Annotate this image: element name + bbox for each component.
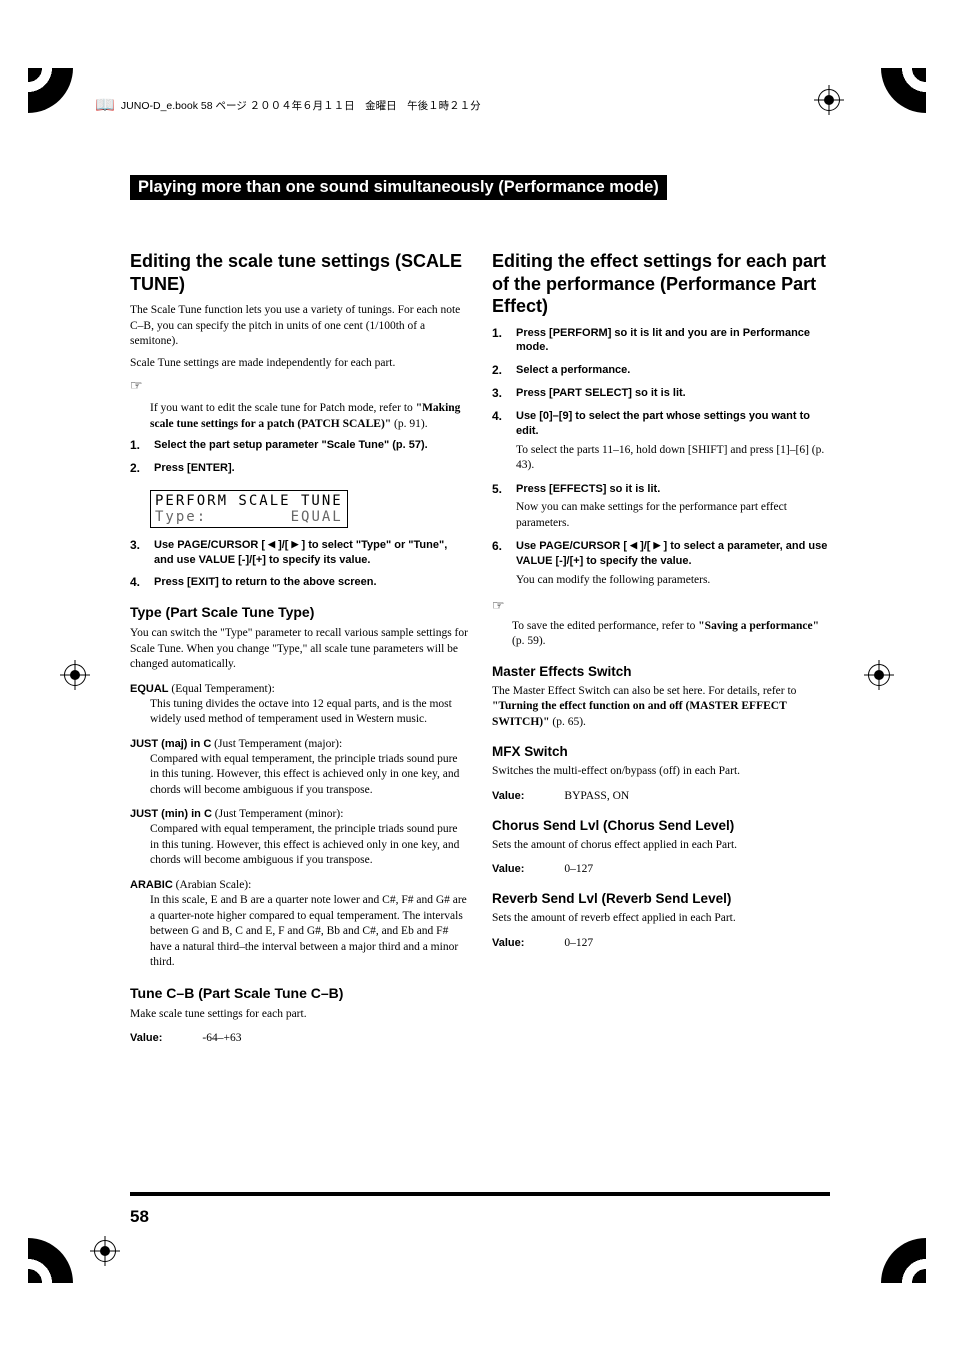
crop-disc-br — [881, 1238, 926, 1283]
step-text: Press [EFFECTS] so it is lit. Now you ca… — [516, 482, 830, 532]
right-step-5: 5. Press [EFFECTS] so it is lit. Now you… — [492, 482, 830, 532]
right-column: Editing the effect settings for each par… — [492, 250, 830, 1046]
step-text: Use PAGE/CURSOR [ ◀ ]/[ ▶ ] to select a … — [516, 539, 830, 588]
left-step-3: 3. Use PAGE/CURSOR [ ◀ ]/[ ▶ ] to select… — [130, 538, 468, 568]
step-number: 2. — [130, 461, 146, 476]
left-steps-2: 3. Use PAGE/CURSOR [ ◀ ]/[ ▶ ] to select… — [130, 538, 468, 591]
triangle-left-icon: ◀ — [268, 539, 275, 549]
right-heading: Editing the effect settings for each par… — [492, 250, 830, 318]
reverb-value-line: Value:0–127 — [492, 933, 830, 951]
def-just-min: JUST (min) in C (Just Temperament (minor… — [130, 804, 468, 869]
registration-mark-right — [864, 660, 894, 690]
step-number: 4. — [492, 409, 508, 474]
left-column: Editing the scale tune settings (SCALE T… — [130, 250, 468, 1046]
save-note: To save the edited performance, refer to… — [512, 619, 830, 650]
mfx-desc: Switches the multi-effect on/bypass (off… — [492, 764, 830, 780]
step-number: 5. — [492, 482, 508, 532]
mfx-value-line: Value:BYPASS, ON — [492, 786, 830, 804]
chorus-value-line: Value:0–127 — [492, 859, 830, 877]
crop-disc-tl — [28, 68, 73, 113]
right-step-2: 2. Select a performance. — [492, 363, 830, 378]
right-step-4: 4. Use [0]–[9] to select the part whose … — [492, 409, 830, 474]
tune-value-line: Value:-64–+63 — [130, 1028, 468, 1046]
left-intro-1: The Scale Tune function lets you use a v… — [130, 303, 468, 350]
step-number: 2. — [492, 363, 508, 378]
step-number: 4. — [130, 575, 146, 590]
pointing-hand-icon: ☞ — [130, 378, 143, 395]
tune-desc: Make scale tune settings for each part. — [130, 1007, 468, 1023]
reverb-heading: Reverb Send Lvl (Reverb Send Level) — [492, 891, 830, 906]
left-heading: Editing the scale tune settings (SCALE T… — [130, 250, 468, 295]
triangle-left-icon: ◀ — [630, 540, 637, 550]
note-text-a: If you want to edit the scale tune for P… — [150, 402, 416, 414]
step-number: 3. — [130, 538, 146, 568]
tune-heading: Tune C–B (Part Scale Tune C–B) — [130, 985, 468, 1001]
step-text: Select a performance. — [516, 363, 830, 378]
def-equal: EQUAL (Equal Temperament): This tuning d… — [130, 679, 468, 728]
right-step-1: 1. Press [PERFORM] so it is lit and you … — [492, 326, 830, 356]
type-heading: Type (Part Scale Tune Type) — [130, 604, 468, 620]
crop-disc-tr — [881, 68, 926, 113]
def-just-maj: JUST (maj) in C (Just Temperament (major… — [130, 734, 468, 799]
step-text: Press [EXIT] to return to the above scre… — [154, 575, 468, 590]
chorus-desc: Sets the amount of chorus effect applied… — [492, 838, 830, 854]
footer-rule — [130, 1192, 830, 1196]
right-step-6: 6. Use PAGE/CURSOR [ ◀ ]/[ ▶ ] to select… — [492, 539, 830, 588]
crop-disc-bl — [28, 1238, 73, 1283]
note-text-c: (p. 91). — [391, 418, 427, 430]
step-note: You can modify the following parameters. — [516, 573, 830, 589]
step-number: 1. — [130, 438, 146, 453]
step-text: Press [PERFORM] so it is lit and you are… — [516, 326, 830, 356]
reverb-desc: Sets the amount of reverb effect applied… — [492, 911, 830, 927]
right-step-3: 3. Press [PART SELECT] so it is lit. — [492, 386, 830, 401]
step-text: Select the part setup parameter "Scale T… — [154, 438, 468, 453]
left-step-1: 1. Select the part setup parameter "Scal… — [130, 438, 468, 453]
left-step-2: 2. Press [ENTER]. — [130, 461, 468, 476]
step-text: Use [0]–[9] to select the part whose set… — [516, 409, 830, 474]
step-text: Press [PART SELECT] so it is lit. — [516, 386, 830, 401]
left-steps: 1. Select the part setup parameter "Scal… — [130, 438, 468, 476]
book-icon: 📖 — [95, 95, 115, 115]
lcd-row-1: PERFORM SCALE TUNE — [155, 493, 343, 509]
step-text: Use PAGE/CURSOR [ ◀ ]/[ ▶ ] to select "T… — [154, 538, 468, 568]
step-text: Press [ENTER]. — [154, 461, 468, 476]
step-number: 6. — [492, 539, 508, 588]
patch-scale-note: If you want to edit the scale tune for P… — [150, 401, 468, 432]
lcd-display: PERFORM SCALE TUNE Type: EQUAL — [150, 490, 348, 528]
section-title: Playing more than one sound simultaneous… — [130, 175, 667, 200]
mes-heading: Master Effects Switch — [492, 664, 830, 679]
left-intro-2: Scale Tune settings are made independent… — [130, 356, 468, 372]
right-steps: 1. Press [PERFORM] so it is lit and you … — [492, 326, 830, 589]
left-step-4: 4. Press [EXIT] to return to the above s… — [130, 575, 468, 590]
step-number: 1. — [492, 326, 508, 356]
mfx-heading: MFX Switch — [492, 744, 830, 759]
step-note: To select the parts 11–16, hold down [SH… — [516, 443, 830, 474]
type-intro: You can switch the "Type" parameter to r… — [130, 626, 468, 673]
lcd-right: EQUAL — [291, 509, 343, 525]
step-note: Now you can make settings for the perfor… — [516, 500, 830, 531]
lcd-left: Type: — [155, 509, 207, 525]
def-arabic: ARABIC (Arabian Scale): In this scale, E… — [130, 875, 468, 971]
pointing-hand-icon: ☞ — [492, 598, 505, 615]
step-number: 3. — [492, 386, 508, 401]
page-number: 58 — [130, 1207, 149, 1227]
mes-desc: The Master Effect Switch can also be set… — [492, 684, 830, 731]
registration-mark-left — [60, 660, 90, 690]
registration-mark-bottom — [90, 1236, 120, 1266]
lcd-row-2: Type: EQUAL — [155, 509, 343, 525]
chorus-heading: Chorus Send Lvl (Chorus Send Level) — [492, 818, 830, 833]
